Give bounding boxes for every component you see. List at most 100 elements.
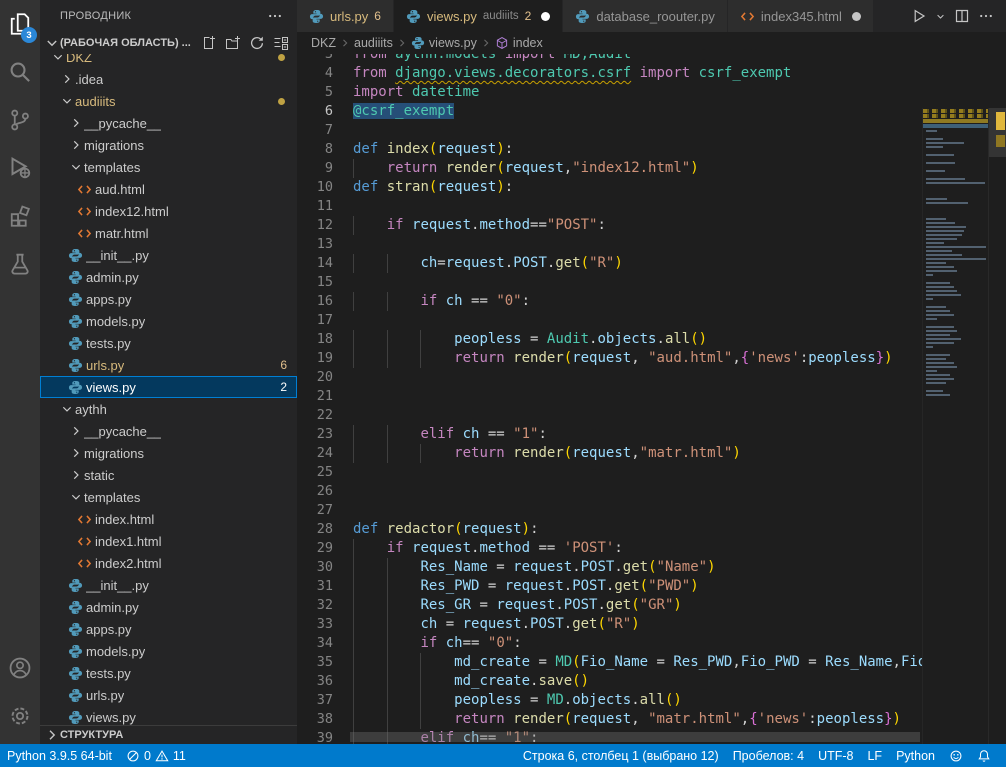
- tree-item-templates[interactable]: templates: [40, 156, 297, 178]
- encoding-status[interactable]: UTF-8: [811, 744, 860, 767]
- breadcrumb-item-DKZ[interactable]: DKZ: [311, 36, 336, 50]
- workspace-section-header[interactable]: (РАБОЧАЯ ОБЛАСТЬ) ...: [40, 32, 297, 54]
- tree-item-aythh[interactable]: aythh: [40, 398, 297, 420]
- run-python-file-button[interactable]: [909, 6, 929, 26]
- indent-guide: [420, 330, 421, 349]
- code-line-25: [353, 463, 922, 482]
- language-mode-status[interactable]: Python: [889, 744, 942, 767]
- editor-actions: [909, 0, 1006, 32]
- python-interpreter-status[interactable]: Python 3.9.5 64-bit: [0, 744, 119, 767]
- indent-guide: [353, 634, 354, 653]
- indent-guide: [387, 349, 388, 368]
- breadcrumb-item-views.py[interactable]: views.py: [411, 36, 477, 50]
- tree-item-migrations[interactable]: migrations: [40, 442, 297, 464]
- tree-item-admin.py[interactable]: admin.py: [40, 596, 297, 618]
- indent-guide: [387, 653, 388, 672]
- tree-item-matr.html[interactable]: matr.html: [40, 222, 297, 244]
- indent-guide: [353, 710, 354, 729]
- activitybar-run-and-debug[interactable]: [0, 144, 40, 192]
- cursor-position-status[interactable]: Строка 6, столбец 1 (выбрано 12): [516, 744, 726, 767]
- activitybar-extensions[interactable]: [0, 192, 40, 240]
- tree-item-urls.py[interactable]: urls.py: [40, 684, 297, 706]
- outline-section-header[interactable]: СТРУКТУРА: [40, 725, 297, 744]
- new-folder-icon[interactable]: [225, 35, 241, 51]
- split-editor-button[interactable]: [952, 6, 972, 26]
- tree-item-static[interactable]: static: [40, 464, 297, 486]
- tree-item-templates[interactable]: templates: [40, 486, 297, 508]
- line-number: 6: [297, 102, 333, 121]
- views-and-more-actions-icon[interactable]: [267, 8, 283, 24]
- activitybar-testing[interactable]: [0, 240, 40, 288]
- breadcrumb-item-audiiits[interactable]: audiiits: [354, 36, 393, 50]
- run-dropdown-icon[interactable]: [933, 9, 948, 24]
- modified-dot-icon[interactable]: [541, 12, 550, 21]
- minimap-line: [926, 358, 946, 360]
- problems-status[interactable]: 0 11: [119, 744, 193, 767]
- horizontal-scrollbar[interactable]: [350, 732, 920, 742]
- tree-item-index.html[interactable]: index.html: [40, 508, 297, 530]
- tab-views.py[interactable]: views.pyaudiiits2: [394, 0, 563, 32]
- line-number: 9: [297, 159, 333, 178]
- html-file-icon: [77, 555, 95, 571]
- code-editor[interactable]: 3456789101112131415161718192021222324252…: [297, 54, 1006, 744]
- tree-item-apps.py[interactable]: apps.py: [40, 618, 297, 640]
- more-actions-button[interactable]: [976, 6, 996, 26]
- tree-item-__pycache__[interactable]: __pycache__: [40, 112, 297, 134]
- tree-item-urls.py[interactable]: urls.py6: [40, 354, 297, 376]
- overview-ruler[interactable]: [988, 108, 1006, 744]
- activitybar-settings[interactable]: [0, 692, 40, 740]
- tree-item-label: aythh: [75, 402, 107, 417]
- py-icon: [575, 9, 590, 24]
- tree-item-__pycache__[interactable]: __pycache__: [40, 420, 297, 442]
- indent-guide: [420, 672, 421, 691]
- new-file-icon[interactable]: [201, 35, 217, 51]
- activitybar-search[interactable]: [0, 48, 40, 96]
- breadcrumb-label: index: [513, 36, 543, 50]
- python-file-icon: [68, 577, 86, 593]
- tab-problem-badge: 6: [374, 9, 381, 23]
- eol-status[interactable]: LF: [860, 744, 889, 767]
- refresh-explorer-icon[interactable]: [249, 35, 265, 51]
- bell-icon: [977, 749, 991, 763]
- tab-urls.py[interactable]: urls.py6: [297, 0, 394, 32]
- tree-item-.idea[interactable]: .idea: [40, 68, 297, 90]
- activitybar-source-control[interactable]: [0, 96, 40, 144]
- modified-dot: [278, 54, 285, 61]
- editor-group: urls.py6views.pyaudiiits2database_rooute…: [297, 0, 1006, 744]
- activitybar-accounts[interactable]: [0, 644, 40, 692]
- tree-item-index1.html[interactable]: index1.html: [40, 530, 297, 552]
- tree-item-migrations[interactable]: migrations: [40, 134, 297, 156]
- collapse-folders-icon[interactable]: [273, 35, 289, 51]
- tab-database_roouter.py[interactable]: database_roouter.py: [563, 0, 728, 32]
- tree-item-DKZ[interactable]: DKZ: [40, 54, 297, 68]
- tree-item-__init__.py[interactable]: __init__.py: [40, 574, 297, 596]
- tree-item-admin.py[interactable]: admin.py: [40, 266, 297, 288]
- minimap-line: [926, 242, 944, 244]
- tree-item-models.py[interactable]: models.py: [40, 310, 297, 332]
- notifications-button[interactable]: [970, 744, 998, 767]
- tree-item-apps.py[interactable]: apps.py: [40, 288, 297, 310]
- minimap-line: [926, 314, 954, 316]
- tab-index345.html[interactable]: index345.html: [728, 0, 874, 32]
- minimap[interactable]: [922, 108, 988, 744]
- tree-item-aud.html[interactable]: aud.html: [40, 178, 297, 200]
- line-number: 39: [297, 729, 333, 744]
- modified-dot-icon[interactable]: [852, 12, 861, 21]
- tree-item-audiiits[interactable]: audiiits: [40, 90, 297, 112]
- lightbulb-icon[interactable]: [353, 85, 354, 100]
- activitybar-explorer[interactable]: 3: [0, 0, 40, 48]
- breadcrumb-item-index[interactable]: index: [495, 36, 543, 50]
- line-number: 4: [297, 64, 333, 83]
- feedback-button[interactable]: [942, 744, 970, 767]
- tree-item-index12.html[interactable]: index12.html: [40, 200, 297, 222]
- tree-item-index2.html[interactable]: index2.html: [40, 552, 297, 574]
- tree-item-__init__.py[interactable]: __init__.py: [40, 244, 297, 266]
- tree-item-label: matr.html: [95, 226, 148, 241]
- line-number: 26: [297, 482, 333, 501]
- code-text: if ch == "0":: [420, 292, 530, 311]
- tree-item-tests.py[interactable]: tests.py: [40, 332, 297, 354]
- indentation-status[interactable]: Пробелов: 4: [726, 744, 811, 767]
- tree-item-tests.py[interactable]: tests.py: [40, 662, 297, 684]
- tree-item-views.py[interactable]: views.py2: [40, 376, 297, 398]
- tree-item-models.py[interactable]: models.py: [40, 640, 297, 662]
